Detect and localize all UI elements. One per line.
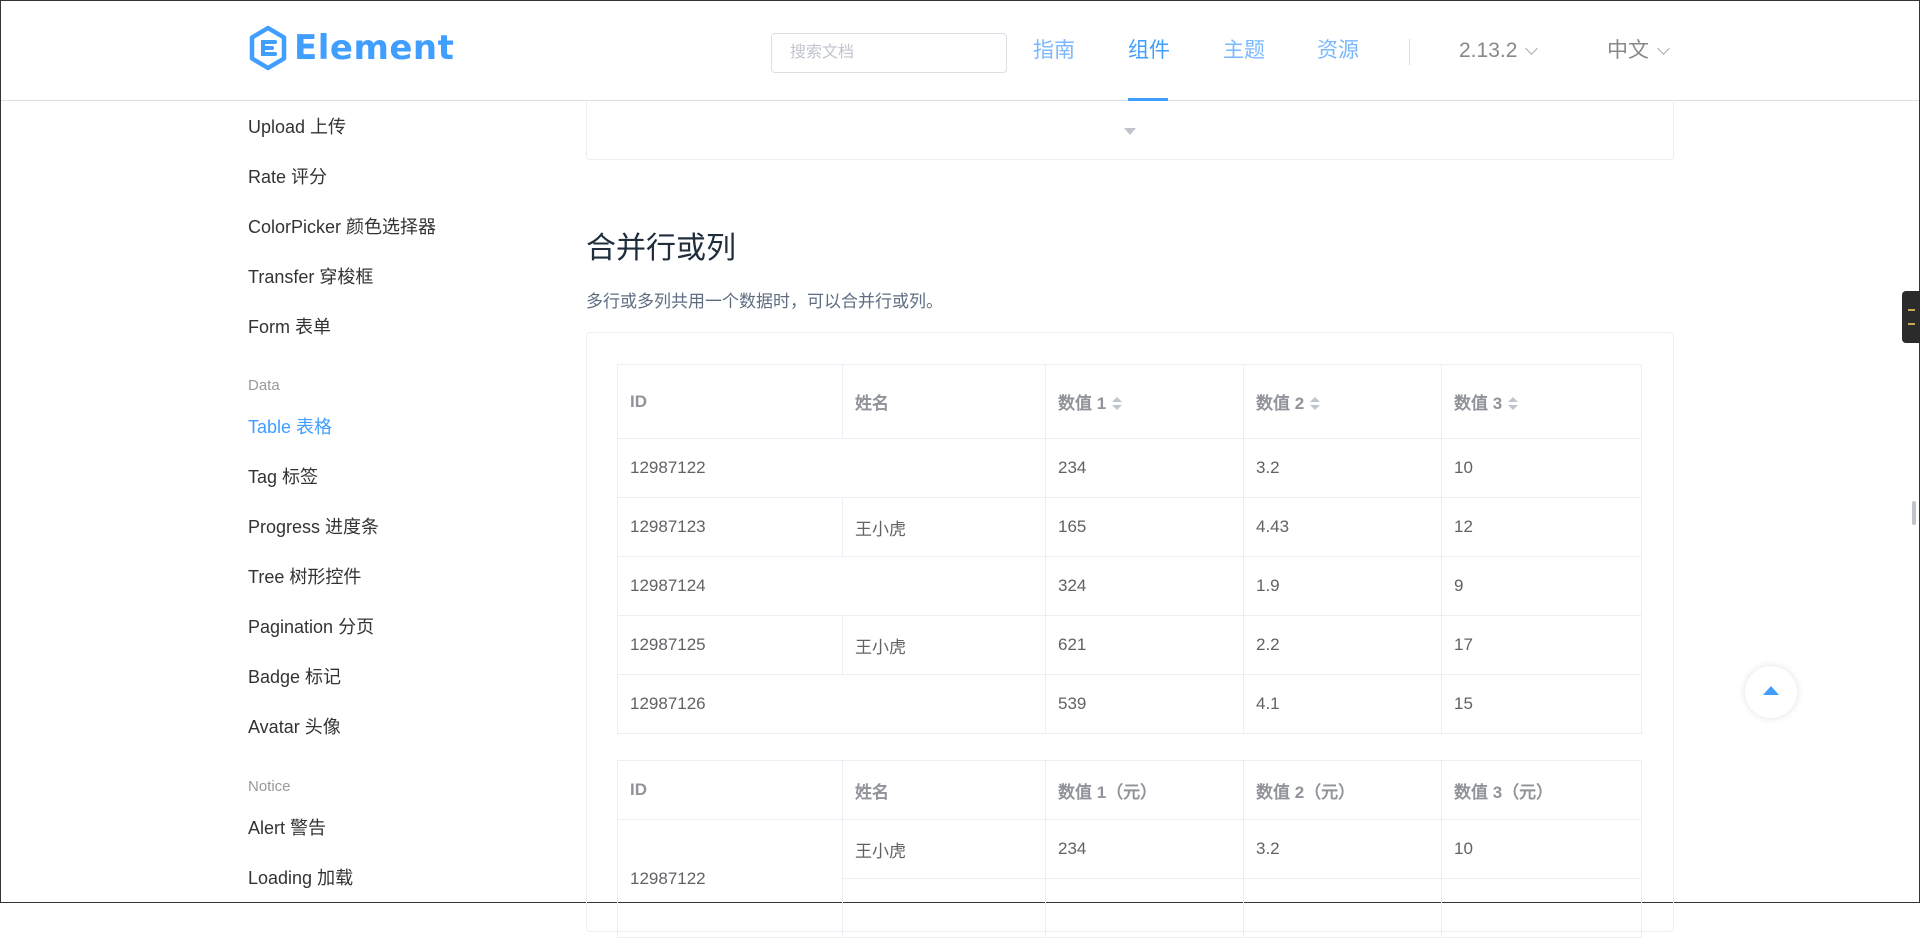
cell-amount2: 4.43 [1243,497,1442,557]
column-header-amount1[interactable]: 数值 1 [1045,364,1244,439]
column-header-amount3: 数值 3（元） [1441,760,1642,820]
table-header-row: ID 姓名 数值 1 数值 2 数值 3 [617,364,1642,439]
top-header: Element 指南 组件 主题 资源 2.13.2 中文 [1,1,1919,101]
span-table: ID 姓名 数值 1 数值 2 数值 3 12987122 234 3.2 10… [617,364,1642,734]
column-header-name: 姓名 [842,364,1046,439]
cell-id: 12987123 [617,497,843,557]
cell-id: 12987122 [617,438,1046,498]
cell-id: 12987122 [617,819,843,938]
sidebar-group-notice: Notice [248,778,291,795]
sidebar-item-form[interactable]: Form 表单 [248,315,331,339]
cell-id: 12987125 [617,615,843,675]
sidebar-item-table[interactable]: Table 表格 [248,415,332,439]
chevron-down-icon [1525,42,1539,55]
table-row: 12987122 234 3.2 10 [617,438,1642,498]
nav-divider [1409,39,1410,65]
cell-amount1: 621 [1045,615,1244,675]
cell-amount2 [1243,878,1442,938]
nav-components[interactable]: 组件 [1128,37,1170,65]
chevron-down-icon [1657,42,1670,55]
sidebar-item-avatar[interactable]: Avatar 头像 [248,715,341,739]
version-label: 2.13.2 [1459,39,1518,62]
column-header-amount2[interactable]: 数值 2 [1243,364,1442,439]
cell-id: 12987126 [617,674,1046,734]
sort-caret-icon[interactable] [1508,397,1519,411]
table-row: 12987125 王小虎 621 2.2 17 [617,615,1642,675]
search-docs-input[interactable] [771,33,1007,73]
cell-amount2: 4.1 [1243,674,1442,734]
column-header-id: ID [617,364,843,439]
sidebar-item-progress[interactable]: Progress 进度条 [248,515,379,539]
cell-amount3: 9 [1441,556,1642,616]
sidebar-item-badge[interactable]: Badge 标记 [248,665,341,689]
nav-resources[interactable]: 资源 [1317,37,1359,65]
cell-amount2: 3.2 [1243,819,1442,879]
scrollbar-thumb[interactable] [1912,501,1916,525]
arrow-up-icon [1763,686,1779,695]
sidebar-item-tree[interactable]: Tree 树形控件 [248,565,361,589]
active-nav-indicator [1128,98,1168,101]
section-description: 多行或多列共用一个数据时，可以合并行或列。 [586,292,943,311]
section-title: 合并行或列 [586,232,736,265]
sort-caret-icon[interactable] [1112,397,1123,411]
cell-amount3 [1441,878,1642,938]
version-dropdown[interactable]: 2.13.2 [1459,37,1539,65]
sidebar-group-data: Data [248,377,280,394]
cell-amount3: 15 [1441,674,1642,734]
cell-name [842,878,1046,938]
sidebar-item-transfer[interactable]: Transfer 穿梭框 [248,265,373,289]
element-logo[interactable]: Element [248,25,454,71]
cell-amount3: 12 [1441,497,1642,557]
span-table-currency: ID 姓名 数值 1（元） 数值 2（元） 数值 3（元） 12987122 王… [617,760,1642,938]
cell-name: 王小虎 [842,497,1046,557]
cell-amount3: 17 [1441,615,1642,675]
sidebar-item-upload[interactable]: Upload 上传 [248,115,346,139]
column-header-amount3[interactable]: 数值 3 [1441,364,1642,439]
sidebar-item-colorpicker[interactable]: ColorPicker 颜色选择器 [248,215,436,239]
cell-amount2: 1.9 [1243,556,1442,616]
table-row: 12987124 324 1.9 9 [617,556,1642,616]
cell-amount1: 234 [1045,438,1244,498]
column-header-label: 数值 2 [1256,394,1305,413]
table-row: 12987126 539 4.1 15 [617,674,1642,734]
nav-theme[interactable]: 主题 [1223,37,1265,65]
cell-id: 12987124 [617,556,1046,616]
sidebar-item-tag[interactable]: Tag 标签 [248,465,318,489]
cell-amount1: 539 [1045,674,1244,734]
expand-code-caret-icon[interactable] [1124,128,1136,135]
language-label: 中文 [1607,39,1649,62]
element-hexagon-icon [249,25,287,71]
floating-side-widget[interactable] [1902,291,1920,343]
column-header-name: 姓名 [842,760,1046,820]
table-header-row: ID 姓名 数值 1（元） 数值 2（元） 数值 3（元） [617,760,1642,820]
sidebar-item-alert[interactable]: Alert 警告 [248,816,326,840]
back-to-top-button[interactable] [1745,666,1797,718]
sidebar-item-rate[interactable]: Rate 评分 [248,165,327,189]
sort-caret-icon[interactable] [1310,397,1321,411]
column-header-label: 数值 3 [1454,394,1503,413]
column-header-amount2: 数值 2（元） [1243,760,1442,820]
cell-amount1: 324 [1045,556,1244,616]
cell-amount1 [1045,878,1244,938]
cell-amount1: 165 [1045,497,1244,557]
cell-name: 王小虎 [842,615,1046,675]
sidebar-item-loading[interactable]: Loading 加载 [248,866,353,890]
column-header-label: 数值 1 [1058,394,1107,413]
cell-amount2: 3.2 [1243,438,1442,498]
cell-amount2: 2.2 [1243,615,1442,675]
cell-amount3: 10 [1441,438,1642,498]
table-row: 12987123 王小虎 165 4.43 12 [617,497,1642,557]
cell-amount1: 234 [1045,819,1244,879]
nav-guide[interactable]: 指南 [1033,37,1075,65]
column-header-id: ID [617,760,843,820]
language-dropdown[interactable]: 中文 [1607,37,1670,65]
cell-name: 王小虎 [842,819,1046,879]
logo-text: Element [294,28,455,68]
column-header-amount1: 数值 1（元） [1045,760,1244,820]
table-row: 12987122 王小虎 234 3.2 10 [617,819,1642,938]
cell-amount3: 10 [1441,819,1642,879]
sidebar-item-pagination[interactable]: Pagination 分页 [248,615,374,639]
